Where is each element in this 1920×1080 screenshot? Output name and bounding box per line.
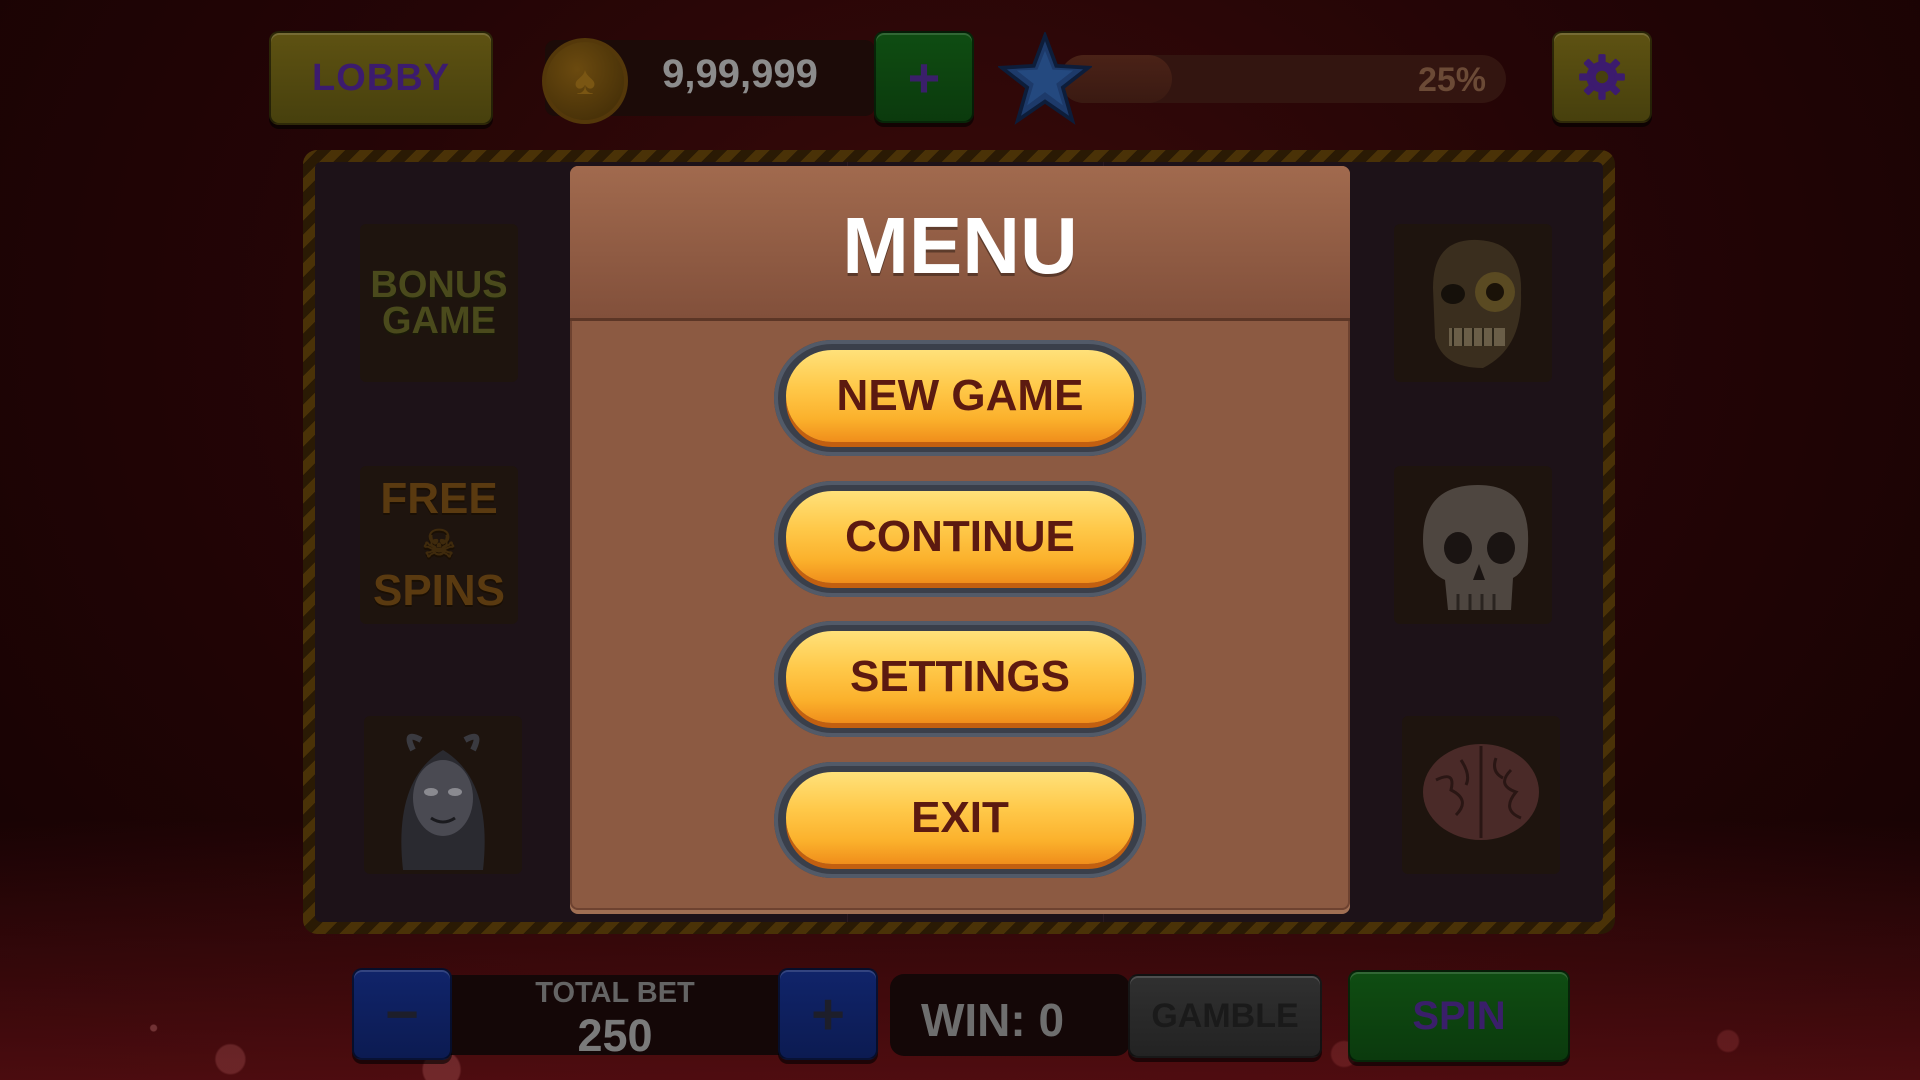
bonus-symbol-line1: BONUS — [370, 264, 508, 306]
free-spins-line2: SPINS — [372, 566, 506, 615]
win-amount: WIN: 0 — [920, 994, 1065, 1046]
settings-gear-button[interactable] — [1552, 31, 1652, 123]
brain-icon — [1423, 744, 1539, 840]
gamble-button[interactable]: GAMBLE — [1128, 974, 1322, 1058]
pumpkin-skull-icon: ☠ — [421, 524, 457, 566]
continue-button[interactable]: CONTINUE — [774, 481, 1146, 597]
coin-icon: ♠ — [542, 38, 628, 124]
continue-label[interactable]: CONTINUE — [786, 491, 1134, 583]
new-game-label[interactable]: NEW GAME — [786, 350, 1134, 442]
coin-balance: 9,99,999 — [662, 52, 818, 96]
spin-button[interactable]: SPIN — [1348, 970, 1570, 1062]
menu-dialog: MENU NEW GAME CONTINUE SETTINGS EXIT — [570, 166, 1350, 910]
new-game-button[interactable]: NEW GAME — [774, 340, 1146, 456]
menu-header: MENU — [570, 166, 1350, 321]
skull-symbol — [1394, 466, 1552, 624]
decrease-bet-button[interactable]: − — [352, 968, 452, 1060]
witch-symbol — [364, 716, 522, 874]
increase-bet-button[interactable]: + — [778, 968, 878, 1060]
bonus-symbol-line2: GAME — [381, 300, 496, 342]
exit-label[interactable]: EXIT — [786, 772, 1134, 864]
xp-progress-bar: 25% — [1060, 55, 1506, 103]
add-coins-button[interactable]: + — [874, 31, 974, 123]
witch-icon — [401, 733, 485, 870]
exit-button[interactable]: EXIT — [774, 762, 1146, 878]
total-bet-value: 250 — [577, 1010, 653, 1061]
free-spins-line1: FREE — [380, 474, 498, 523]
bonus-game-symbol: BONUS GAME — [360, 224, 518, 382]
settings-label[interactable]: SETTINGS — [786, 631, 1134, 723]
free-spins-symbol: FREE ☠ SPINS — [360, 466, 518, 624]
zombie-head-icon — [1433, 239, 1522, 368]
brain-symbol — [1402, 716, 1560, 874]
total-bet-label: TOTAL BET — [535, 977, 695, 1009]
level-star-icon — [998, 32, 1092, 125]
skull-icon — [1423, 485, 1529, 610]
lobby-button[interactable]: LOBBY — [269, 31, 493, 125]
menu-title: MENU — [842, 201, 1078, 290]
menu-settings-button[interactable]: SETTINGS — [774, 621, 1146, 737]
gear-icon — [1579, 54, 1625, 100]
zombie-head-symbol — [1394, 224, 1552, 382]
xp-percent: 25% — [1417, 61, 1486, 99]
